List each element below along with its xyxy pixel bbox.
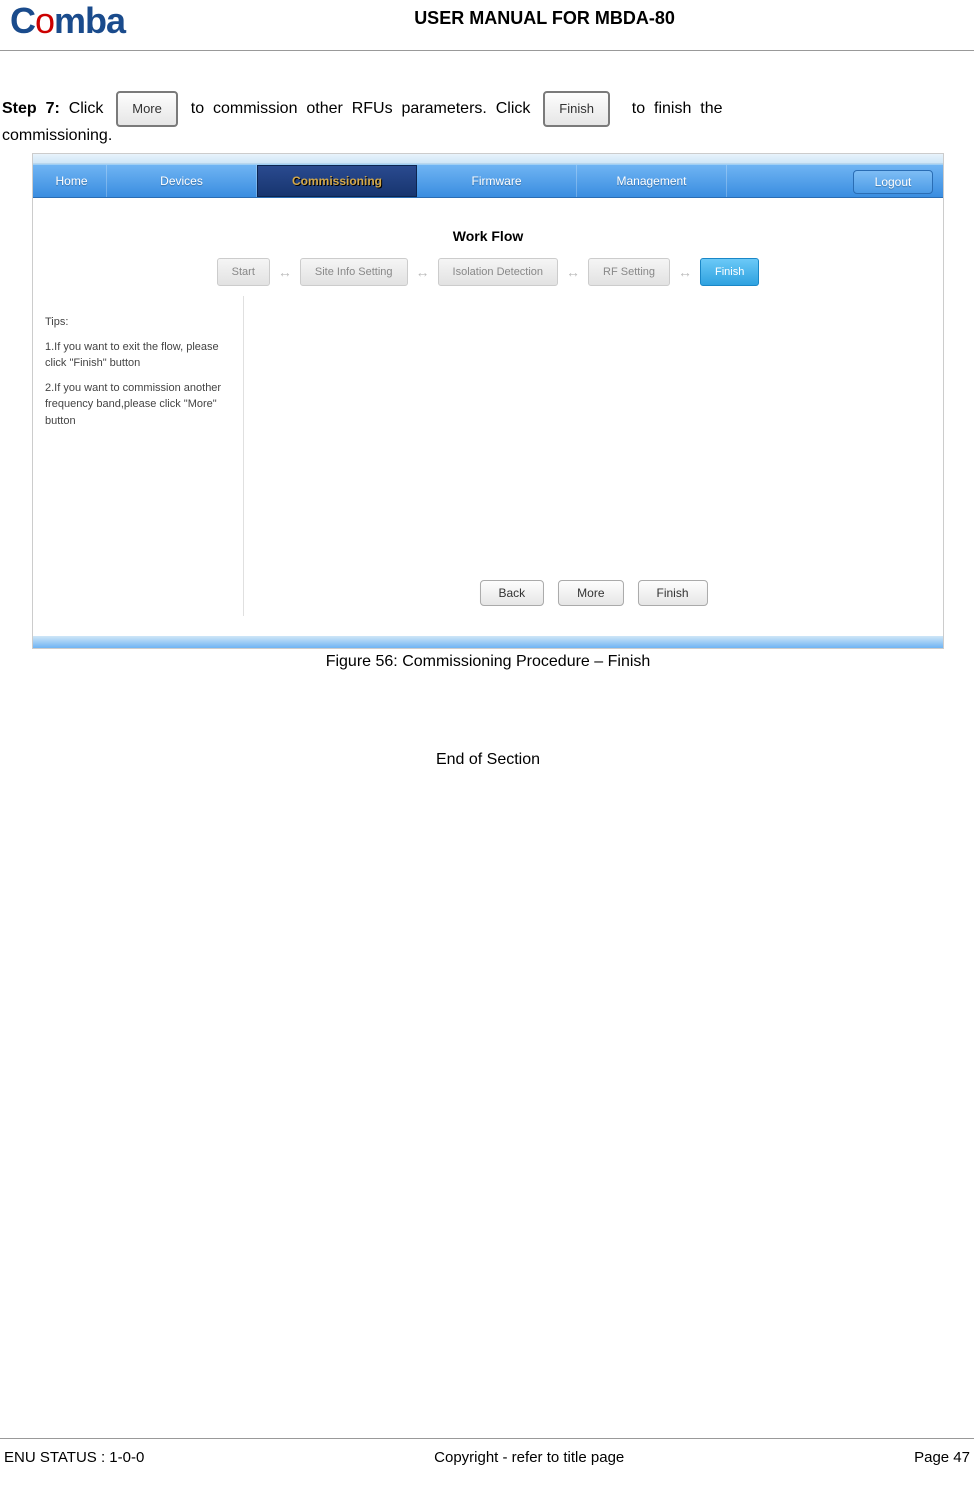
wf-step-siteinfo[interactable]: Site Info Setting [300,258,408,286]
tip-1: 1.If you want to exit the flow, please c… [45,339,231,372]
back-button[interactable]: Back [479,580,544,606]
nav-logout[interactable]: Logout [853,170,933,194]
footer-copyright: Copyright - refer to title page [434,1449,624,1466]
wf-step-start[interactable]: Start [217,258,270,286]
wf-step-isolation[interactable]: Isolation Detection [438,258,559,286]
comba-logo: Comba [10,0,125,42]
right-body: Back More Finish [243,296,943,616]
nav-commissioning[interactable]: Commissioning [257,165,417,197]
more-inline-button: More [116,91,178,127]
footer-status: ENU STATUS : 1-0-0 [4,1449,144,1466]
arrow-icon: ↔ [408,264,438,280]
more-button[interactable]: More [558,580,623,606]
wf-step-finish[interactable]: Finish [700,258,759,286]
arrow-icon: ↔ [558,264,588,280]
page-content: Step 7: Click More to commission other R… [0,51,974,769]
step-continuation: commissioning. [2,127,974,145]
nav-devices[interactable]: Devices [107,165,257,197]
tips-title: Tips: [45,314,231,331]
page-footer: ENU STATUS : 1-0-0 Copyright - refer to … [0,1438,974,1466]
finish-button[interactable]: Finish [638,580,708,606]
workflow-area: Work Flow Start ↔ Site Info Setting ↔ Is… [33,198,943,296]
finish-inline-button: Finish [543,91,610,127]
nav-management[interactable]: Management [577,165,727,197]
workflow-steps: Start ↔ Site Info Setting ↔ Isolation De… [217,258,760,286]
step-label: Step 7: [2,96,60,122]
tip-2: 2.If you want to commission another freq… [45,380,231,430]
figure-caption: Figure 56: Commissioning Procedure – Fin… [2,653,974,671]
wf-step-rfsetting[interactable]: RF Setting [588,258,670,286]
workflow-title: Work Flow [33,228,943,244]
page-header: Comba USER MANUAL FOR MBDA-80 [0,0,974,51]
footer-strip [33,636,943,648]
nav-firmware[interactable]: Firmware [417,165,577,197]
end-of-section: End of Section [2,751,974,769]
footer-page: Page 47 [914,1449,970,1466]
browser-chrome-strip [33,154,943,164]
tips-panel: Tips: 1.If you want to exit the flow, pl… [33,296,243,616]
main-nav: Home Devices Commissioning Firmware Mana… [33,164,943,198]
bottom-buttons: Back More Finish [479,580,707,606]
arrow-icon: ↔ [270,264,300,280]
step-instruction: Step 7: Click More to commission other R… [2,91,974,127]
manual-title: USER MANUAL FOR MBDA-80 [125,0,964,29]
screenshot-figure: Home Devices Commissioning Firmware Mana… [32,153,944,649]
nav-home[interactable]: Home [37,165,107,197]
arrow-icon: ↔ [670,264,700,280]
main-body: Tips: 1.If you want to exit the flow, pl… [33,296,943,616]
